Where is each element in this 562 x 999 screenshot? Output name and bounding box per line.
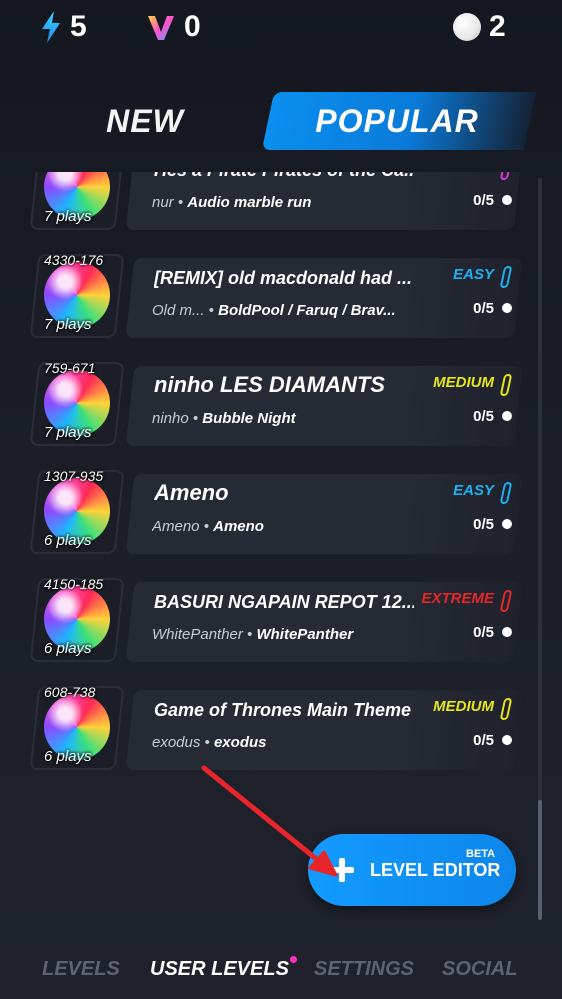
v-points-counter: 0 <box>146 10 201 44</box>
level-thumbnail: 7 plays <box>29 172 125 230</box>
level-subtitle: ninho • Bubble Night <box>152 410 296 427</box>
level-title: [REMIX] old macdonald had ... <box>154 268 413 288</box>
notification-dot <box>290 956 297 963</box>
bottom-nav: LEVELS USER LEVELS SETTINGS SOCIAL <box>0 950 562 994</box>
level-thumbnail: 608-738 6 plays <box>29 684 125 770</box>
difficulty-label: MEDIUM <box>433 374 494 391</box>
tab-bar: NEW POPULAR <box>0 92 562 150</box>
level-score: 759-671 <box>44 360 96 376</box>
level-editor-button[interactable]: BETA LEVEL EDITOR <box>308 834 516 906</box>
level-song: Bubble Night <box>202 410 296 427</box>
v-logo-icon <box>148 16 174 40</box>
level-plays: 7 plays <box>44 424 92 441</box>
level-row[interactable]: 4150-185 6 plays BASURI NGAPAIN REPOT 12..… <box>0 574 562 674</box>
level-title: ninho LES DIAMANTS <box>154 372 385 397</box>
white-ball-icon <box>453 13 481 41</box>
progress-dot-icon <box>502 195 512 205</box>
level-song: Audio marble run <box>187 194 312 211</box>
level-thumbnail: 759-671 7 plays <box>29 360 125 446</box>
level-editor-label: LEVEL EDITOR <box>370 860 501 880</box>
level-progress: 0/5 <box>473 300 494 317</box>
level-row[interactable]: 759-671 7 plays ninho LES DIAMANTS ninho • … <box>0 358 562 458</box>
difficulty-label: EASY <box>453 482 494 499</box>
level-author: ninho <box>152 410 189 427</box>
progress-dot-icon <box>502 735 512 745</box>
progress-dot-icon <box>502 519 512 529</box>
level-thumbnail: 4330-176 7 plays <box>29 252 125 338</box>
level-song: BoldPool / Faruq / Brav... <box>218 302 396 319</box>
level-song: exodus <box>213 734 267 751</box>
level-thumbnail: 4150-185 6 plays <box>29 576 125 662</box>
level-title: Hes a Pirate Pirates of the Ca... <box>154 172 414 181</box>
level-progress: 0/5 <box>473 192 494 209</box>
level-plays: 6 plays <box>44 532 92 549</box>
level-song: WhitePanther <box>256 626 354 643</box>
lightning-icon <box>42 11 60 43</box>
level-song: Ameno <box>213 518 264 535</box>
level-title: Game of Thrones Main Theme <box>154 700 412 720</box>
difficulty-label: MEDIUM <box>433 698 494 715</box>
difficulty-label: EXTREME <box>421 590 494 607</box>
level-subtitle: WhitePanther • WhitePanther <box>152 626 354 643</box>
beta-badge: BETA <box>466 848 496 860</box>
level-subtitle: exodus • exodus <box>152 734 267 751</box>
level-list[interactable]: 7 plays Hes a Pirate Pirates of the Ca...… <box>0 172 562 798</box>
level-progress: 0/5 <box>473 516 494 533</box>
level-plays: 6 plays <box>44 640 92 657</box>
scrollbar-thumb[interactable] <box>538 800 542 920</box>
level-row[interactable]: 608-738 6 plays Game of Thrones Main Theme… <box>0 682 562 782</box>
level-subtitle: Old m... • BoldPool / Faruq / Brav... <box>152 302 396 319</box>
level-score: 608-738 <box>44 684 96 700</box>
energy-counter: 5 <box>40 10 87 44</box>
level-plays: 7 plays <box>44 316 92 333</box>
level-author: WhitePanther <box>152 626 243 643</box>
level-title: BASURI NGAPAIN REPOT 12... <box>154 592 414 612</box>
level-title: Ameno <box>154 480 229 505</box>
nav-settings[interactable]: SETTINGS <box>314 958 414 981</box>
v-points-count: 0 <box>184 10 201 43</box>
level-progress: 0/5 <box>473 732 494 749</box>
level-subtitle: nur • Audio marble run <box>152 194 312 211</box>
level-progress: 0/5 <box>473 624 494 641</box>
level-score: 4150-185 <box>44 576 104 592</box>
plus-icon <box>330 858 354 882</box>
progress-dot-icon <box>502 303 512 313</box>
nav-levels[interactable]: LEVELS <box>42 958 120 981</box>
level-author: Old m... <box>152 302 205 319</box>
progress-dot-icon <box>502 627 512 637</box>
level-author: exodus <box>152 734 201 751</box>
level-author: nur <box>152 194 174 211</box>
level-thumbnail: 1307-935 6 plays <box>29 468 125 554</box>
level-author: Ameno <box>152 518 200 535</box>
balls-counter: 2 <box>453 10 506 44</box>
level-plays: 7 plays <box>44 208 92 225</box>
nav-social[interactable]: SOCIAL <box>442 958 518 981</box>
level-plays: 6 plays <box>44 748 92 765</box>
tab-new[interactable]: NEW <box>60 92 230 150</box>
level-score: 4330-176 <box>44 252 104 268</box>
difficulty-label: EASY <box>453 266 494 283</box>
level-subtitle: Ameno • Ameno <box>152 518 264 535</box>
level-row[interactable]: 4330-176 7 plays [REMIX] old macdonald had… <box>0 250 562 350</box>
nav-user-levels[interactable]: USER LEVELS <box>150 958 289 981</box>
balls-count: 2 <box>489 10 506 43</box>
level-progress: 0/5 <box>473 408 494 425</box>
tab-popular[interactable]: POPULAR <box>262 92 532 150</box>
level-row[interactable]: 1307-935 6 plays Ameno Ameno • Ameno EASY 0/5 <box>0 466 562 566</box>
difficulty-label: HARD <box>451 172 494 175</box>
energy-count: 5 <box>70 10 87 43</box>
level-row[interactable]: 7 plays Hes a Pirate Pirates of the Ca...… <box>0 172 562 242</box>
level-score: 1307-935 <box>44 468 104 484</box>
status-bar: 5 0 2 <box>0 0 562 56</box>
progress-dot-icon <box>502 411 512 421</box>
